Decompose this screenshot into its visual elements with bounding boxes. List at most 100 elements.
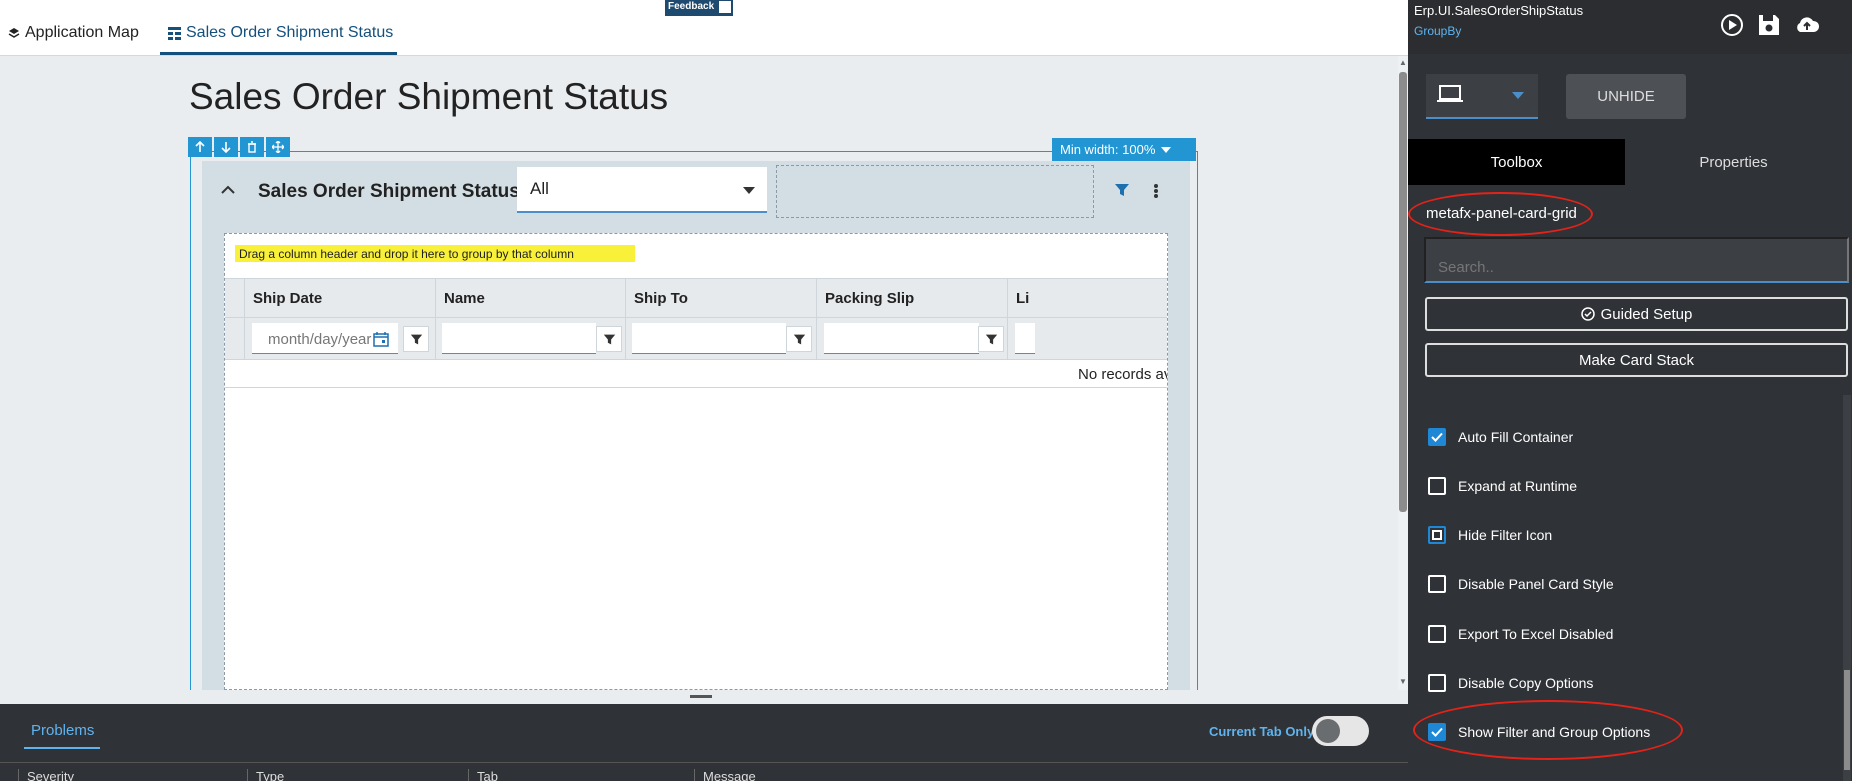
column-header-type[interactable]: Type <box>247 769 284 781</box>
side-panel-header: Erp.UI.SalesOrderShipStatus GroupBy <box>1408 0 1852 54</box>
option-disable-panel-card-style[interactable]: Disable Panel Card Style <box>1428 573 1614 595</box>
problems-column-headers: Severity Type Tab Message <box>0 762 1408 781</box>
checkbox-unchecked[interactable] <box>1428 575 1446 593</box>
option-export-to-excel-disabled[interactable]: Export To Excel Disabled <box>1428 623 1613 645</box>
chevron-up-icon[interactable] <box>216 177 240 201</box>
tab-application-map[interactable]: Application Map <box>8 24 139 42</box>
checkbox-unchecked[interactable] <box>1428 674 1446 692</box>
group-by-drop-area[interactable]: Drag a column header and drop it here to… <box>235 245 635 262</box>
option-label: Disable Panel Card Style <box>1458 576 1614 592</box>
layer-subtitle[interactable]: GroupBy <box>1414 24 1461 38</box>
trash-icon <box>248 141 256 153</box>
option-hide-filter-icon[interactable]: Hide Filter Icon <box>1428 524 1552 546</box>
drag-move-button[interactable] <box>266 137 290 157</box>
packing-slip-filter-button[interactable] <box>978 326 1004 352</box>
delete-button[interactable] <box>240 137 264 157</box>
tab-sales-order-shipment-status[interactable]: Sales Order Shipment Status <box>168 24 393 42</box>
save-icon[interactable] <box>1756 12 1782 38</box>
filter-dropdown[interactable]: All <box>517 167 767 213</box>
option-expand-at-runtime[interactable]: Expand at Runtime <box>1428 475 1577 497</box>
cloud-upload-icon[interactable] <box>1794 12 1820 38</box>
tab-toolbox[interactable]: Toolbox <box>1408 139 1625 185</box>
option-label: Hide Filter Icon <box>1458 527 1553 543</box>
column-header-severity[interactable]: Severity <box>18 769 74 781</box>
caret-down-icon <box>1161 146 1172 153</box>
current-tab-only-label: Current Tab Only <box>1209 724 1315 739</box>
filter-cell-line <box>1008 318 1167 360</box>
tab-sales-order-label: Sales Order Shipment Status <box>186 24 394 41</box>
tab-properties[interactable]: Properties <box>1625 139 1842 185</box>
annotation-circle <box>1408 192 1593 236</box>
column-header-packing-slip[interactable]: Packing Slip <box>817 279 1008 319</box>
option-label: Expand at Runtime <box>1458 478 1578 494</box>
no-records-message: No records av <box>1078 366 1168 383</box>
scrollbar-thumb[interactable] <box>1399 72 1407 512</box>
scrollbar-thumb[interactable] <box>1844 670 1850 770</box>
guided-setup-button[interactable]: Guided Setup <box>1425 297 1848 331</box>
move-arrows-icon <box>272 141 284 153</box>
column-header-name[interactable]: Name <box>436 279 626 319</box>
panel-splitter[interactable] <box>0 690 1408 704</box>
unhide-button[interactable]: UNHIDE <box>1566 74 1686 119</box>
name-filter-input[interactable] <box>442 323 596 354</box>
option-auto-fill-container[interactable]: Auto Fill Container <box>1428 426 1573 448</box>
canvas-scrollbar[interactable]: ▲ ▼ <box>1398 56 1408 690</box>
packing-slip-filter-input[interactable] <box>824 323 979 354</box>
column-header-message[interactable]: Message <box>694 769 756 781</box>
card-title: Sales Order Shipment Status <box>258 181 520 202</box>
feedback-label: Feedback <box>668 1 715 12</box>
option-disable-copy-options[interactable]: Disable Copy Options <box>1428 672 1593 694</box>
min-width-dropdown[interactable]: Min width: 100% <box>1052 138 1196 161</box>
dropdown-value: All <box>530 179 549 198</box>
make-card-stack-button[interactable]: Make Card Stack <box>1425 343 1848 377</box>
toolbox-search-input[interactable] <box>1424 237 1849 283</box>
checkbox-unchecked[interactable] <box>1428 625 1446 643</box>
page-title: Sales Order Shipment Status <box>189 76 669 117</box>
ship-to-filter-button[interactable] <box>786 326 812 352</box>
calendar-icon[interactable] <box>373 331 389 347</box>
layer-title: Erp.UI.SalesOrderShipStatus <box>1414 3 1584 18</box>
filter-cell-packing-slip <box>817 318 1008 360</box>
grid-table-icon <box>168 26 181 40</box>
filter-icon[interactable] <box>1114 182 1130 198</box>
more-vertical-icon[interactable] <box>1148 182 1164 200</box>
guided-setup-label: Guided Setup <box>1600 305 1693 323</box>
checkbox-unchecked[interactable] <box>1428 477 1446 495</box>
arrow-up-icon <box>195 141 205 152</box>
filter-cell-ship-to <box>626 318 817 360</box>
panel-card-grid[interactable]: Sales Order Shipment Status All Drag a c… <box>202 161 1190 690</box>
ship-to-filter-input[interactable] <box>632 323 786 354</box>
selection-toolbar <box>188 137 290 157</box>
grid-filter-row: month/day/year <box>225 318 1167 360</box>
current-tab-only-toggle[interactable] <box>1312 716 1369 746</box>
name-filter-button[interactable] <box>596 326 622 352</box>
min-width-label: Min width: 100% <box>1060 142 1156 157</box>
feedback-icon <box>719 1 731 13</box>
move-up-button[interactable] <box>188 137 212 157</box>
line-filter-input[interactable] <box>1015 323 1035 354</box>
scroll-up-icon[interactable]: ▲ <box>1399 58 1407 67</box>
feedback-button[interactable]: Feedback <box>665 0 733 16</box>
move-down-button[interactable] <box>214 137 238 157</box>
caret-down-icon <box>743 187 755 194</box>
column-header-tab[interactable]: Tab <box>468 769 498 781</box>
checkbox-focused[interactable] <box>1428 526 1446 544</box>
play-icon[interactable] <box>1719 12 1745 38</box>
column-header-ship-date[interactable]: Ship Date <box>245 279 436 319</box>
filter-icon <box>793 334 805 344</box>
laptop-icon <box>1437 85 1463 102</box>
column-header-line[interactable]: Li <box>1008 279 1167 319</box>
splitter-grip-icon[interactable] <box>690 695 712 698</box>
check-icon <box>1431 432 1443 442</box>
filter-icon <box>985 334 997 344</box>
ship-date-filter-button[interactable] <box>403 326 429 352</box>
caret-down-icon[interactable] <box>1512 92 1524 99</box>
checkbox-checked[interactable] <box>1428 428 1446 446</box>
side-panel-scrollbar[interactable] <box>1843 395 1851 781</box>
no-records-row: No records av <box>225 360 1168 388</box>
scroll-down-icon[interactable]: ▼ <box>1399 677 1407 686</box>
arrow-down-icon <box>221 142 231 153</box>
tab-problems[interactable]: Problems <box>31 722 94 739</box>
data-grid: Drag a column header and drop it here to… <box>224 233 1168 690</box>
column-header-ship-to[interactable]: Ship To <box>626 279 817 319</box>
